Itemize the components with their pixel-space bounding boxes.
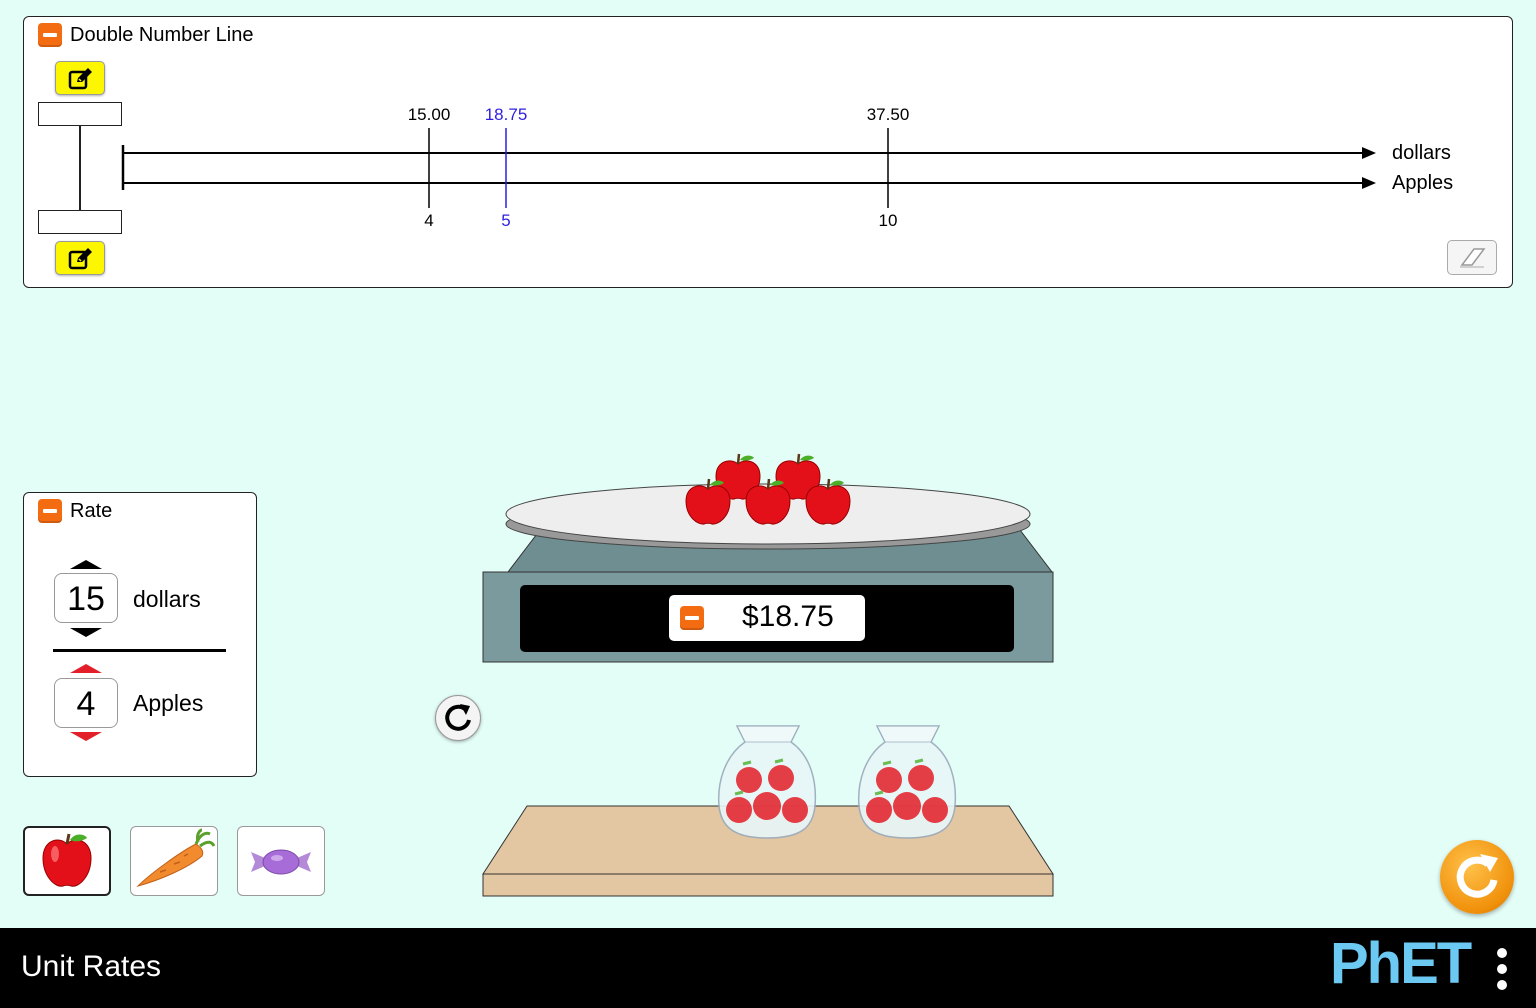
bottom-tick-label: 10	[878, 211, 898, 230]
apple-item-button[interactable]	[23, 826, 111, 896]
denominator-unit: Apples	[133, 690, 204, 716]
bottom-tick-label: 5	[501, 211, 511, 230]
numerator-down-arrow[interactable]	[70, 628, 102, 637]
top-axis-label: dollars	[1392, 142, 1451, 164]
numerator-value[interactable]: 15	[54, 573, 118, 623]
candy-item-button[interactable]	[237, 826, 325, 896]
bottom-tick-label: 4	[424, 211, 434, 230]
top-tick-label: 15.00	[407, 105, 451, 124]
scale-price: $18.75	[742, 600, 834, 633]
reset-all-button[interactable]	[1440, 840, 1514, 914]
candy-icon	[251, 849, 311, 875]
denominator-up-arrow[interactable]	[70, 664, 102, 673]
navigation-bar: Unit Rates	[0, 928, 1536, 1008]
denominator-down-arrow[interactable]	[70, 732, 102, 741]
menu-icon[interactable]	[1494, 946, 1510, 994]
numerator-up-arrow[interactable]	[70, 560, 102, 569]
fraction-bar	[53, 649, 226, 652]
dollars-axis-arrow	[1362, 147, 1376, 159]
phet-logo[interactable]: PhET	[1330, 930, 1472, 997]
carrot-icon	[136, 828, 216, 887]
rate-panel: Rate	[23, 492, 257, 777]
eraser-icon	[1460, 248, 1486, 268]
apple-bag[interactable]	[855, 722, 961, 840]
top-tick-label: 37.50	[866, 105, 910, 124]
rate-title: Rate	[70, 500, 113, 522]
number-line-graph	[121, 128, 1376, 208]
sim-title: Unit Rates	[21, 950, 162, 983]
top-tick-label: 18.75	[484, 105, 528, 124]
apple-bag[interactable]	[715, 722, 821, 840]
scale-readout: $18.75	[669, 595, 865, 641]
eraser-button[interactable]	[1447, 240, 1497, 275]
phet-logo-text: PhET	[1330, 931, 1472, 996]
reset-scale-button[interactable]	[435, 695, 481, 741]
apple-icon	[42, 833, 92, 887]
carrot-item-button[interactable]	[130, 826, 218, 896]
reset-icon	[1456, 854, 1498, 898]
collapse-readout-button[interactable]	[680, 606, 704, 630]
collapse-rate-button[interactable]	[38, 499, 62, 523]
refresh-icon	[445, 704, 471, 731]
numerator-unit: dollars	[133, 586, 201, 612]
denominator-value[interactable]: 4	[54, 678, 118, 728]
apples-axis-arrow	[1362, 177, 1376, 189]
bottom-axis-label: Apples	[1392, 172, 1454, 194]
apples-on-scale	[685, 453, 851, 525]
